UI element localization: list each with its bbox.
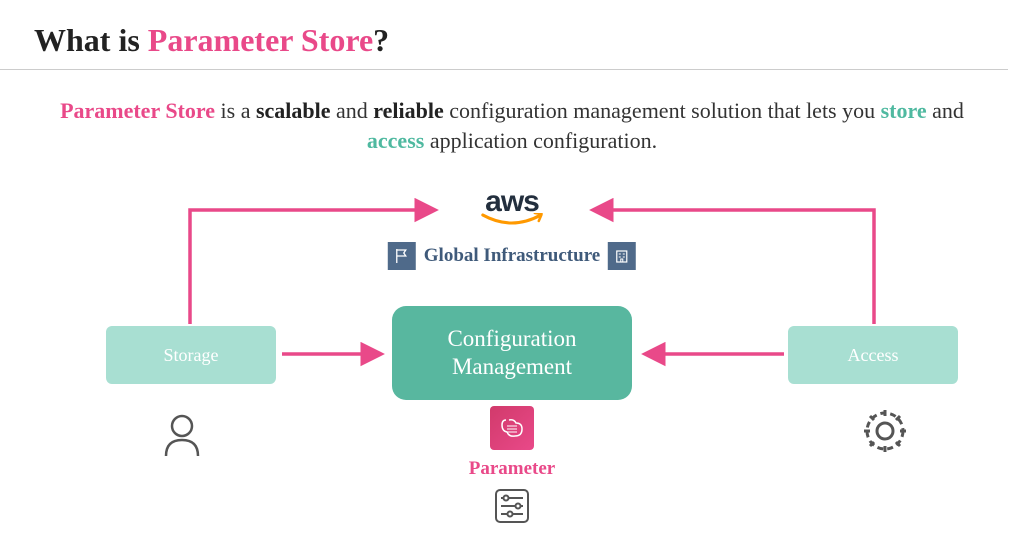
sliders-icon (492, 486, 532, 526)
aws-block: aws Global Infrastructure (388, 188, 636, 270)
config-box: Configuration Management (392, 306, 632, 400)
aws-smile-icon (481, 213, 543, 229)
person-icon (158, 410, 206, 458)
flag-icon (388, 242, 416, 270)
diagram-area: aws Global Infrastructure Storage Config… (0, 170, 1024, 550)
page-title: What is Parameter Store? (0, 0, 1008, 70)
global-infra-row: Global Infrastructure (388, 242, 636, 270)
access-box: Access (788, 326, 958, 384)
storage-label: Storage (164, 345, 219, 366)
aws-logo-text: aws (388, 188, 636, 215)
subtitle: Parameter Store is a scalable and reliab… (0, 70, 1024, 155)
title-suffix: ? (373, 22, 389, 58)
global-infra-label: Global Infrastructure (424, 245, 600, 267)
parameter-label: Parameter (469, 458, 556, 480)
parameter-store-icon (490, 406, 534, 450)
gear-icon (858, 404, 912, 458)
access-label: Access (848, 345, 899, 366)
storage-box: Storage (106, 326, 276, 384)
config-label: Configuration Management (392, 325, 632, 380)
title-prefix: What is (34, 22, 148, 58)
building-icon (608, 242, 636, 270)
title-highlight: Parameter Store (148, 22, 373, 58)
